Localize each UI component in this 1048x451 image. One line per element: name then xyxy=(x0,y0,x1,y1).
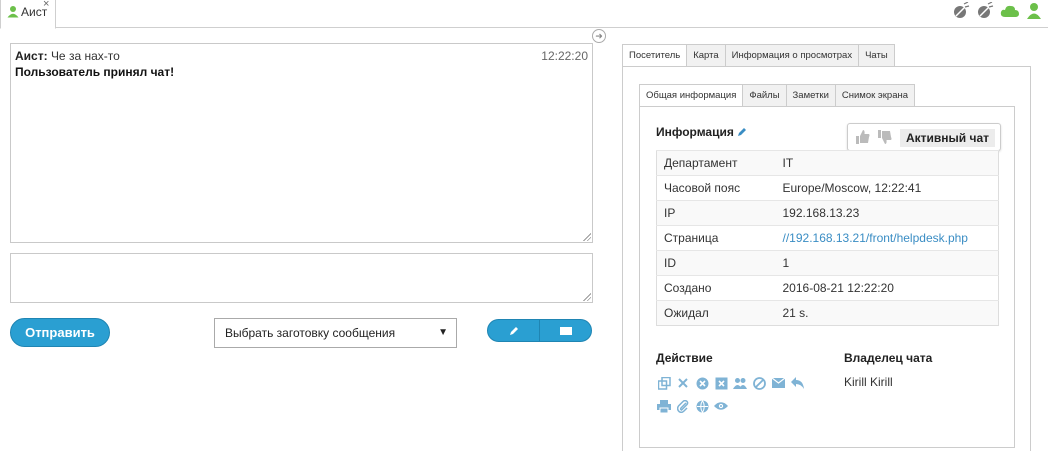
edit-button[interactable] xyxy=(488,320,539,341)
message-row: Аист: Че за нах-то xyxy=(15,48,588,64)
messages-area[interactable]: Аист: Че за нах-то 12:22:20 Пользователь… xyxy=(10,43,593,243)
info-value: //192.168.13.21/front/helpdesk.php xyxy=(782,225,999,251)
general-info-body: Информация Активный чат Департамент IT Ч… xyxy=(639,106,1015,448)
send-button[interactable]: Отправить xyxy=(10,318,110,347)
info-value: IT xyxy=(782,150,999,176)
chat-status-badge: Активный чат xyxy=(899,129,995,147)
visitor-panel: Посетитель Карта Информация о просмотрах… xyxy=(622,44,1032,451)
chat-tabs-bar: Аист × xyxy=(0,0,1048,29)
close-chat-icon[interactable] xyxy=(676,376,690,390)
info-key: Часовой пояс xyxy=(656,175,783,201)
resize-handle[interactable] xyxy=(583,233,591,241)
table-row: Создано 2016-08-21 12:22:20 xyxy=(656,275,999,301)
info-key: Департамент xyxy=(656,150,783,176)
chat-status-box: Активный чат xyxy=(847,123,1001,151)
table-row: IP 192.168.13.23 xyxy=(656,200,999,226)
tab-files[interactable]: Файлы xyxy=(742,84,787,107)
info-key: Ожидал xyxy=(656,300,783,326)
tab-visitor[interactable]: Посетитель xyxy=(622,44,688,67)
cloud-icon[interactable] xyxy=(1000,2,1020,20)
owner-name: Kirill Kirill xyxy=(844,375,893,389)
tab-views-info[interactable]: Информация о просмотрах xyxy=(724,44,860,67)
reply-icon[interactable] xyxy=(790,376,804,390)
info-value: 2016-08-21 12:22:20 xyxy=(782,275,999,301)
tab-general-info[interactable]: Общая информация xyxy=(639,84,744,107)
translate-icon[interactable] xyxy=(695,399,709,413)
close-icon[interactable]: × xyxy=(43,0,49,10)
visitor-sub-tabs: Общая информация Файлы Заметки Снимок эк… xyxy=(639,84,916,107)
dropdown-arrow-icon: ▼ xyxy=(438,327,448,338)
info-value: 192.168.13.23 xyxy=(782,200,999,226)
message-author: Аист: xyxy=(15,49,48,63)
thumbs-down-icon[interactable] xyxy=(878,130,892,147)
print-icon[interactable] xyxy=(657,399,671,413)
popout-icon[interactable] xyxy=(657,376,671,390)
chat-tab-aist[interactable]: Аист × xyxy=(0,0,56,29)
notification-off-icon[interactable] xyxy=(976,2,994,20)
actions-row xyxy=(657,376,804,390)
visitor-info-table: Департамент IT Часовой пояс Europe/Mosco… xyxy=(656,150,999,326)
pencil-icon xyxy=(509,326,518,335)
eye-icon[interactable] xyxy=(714,399,728,413)
tab-notes[interactable]: Заметки xyxy=(785,84,836,107)
info-value: 1 xyxy=(782,250,999,276)
canned-message-value: Выбрать заготовку сообщения xyxy=(225,326,396,340)
message-input[interactable] xyxy=(10,253,593,303)
compose-actions xyxy=(487,319,592,342)
visitor-panel-body: Общая информация Файлы Заметки Снимок эк… xyxy=(622,66,1031,451)
message-text: Че за нах-то xyxy=(50,49,120,63)
thumbs-up-icon[interactable] xyxy=(856,130,870,147)
actions-title: Действие xyxy=(656,351,713,365)
tab-chats[interactable]: Чаты xyxy=(858,44,895,67)
owner-title: Владелец чата xyxy=(844,351,933,365)
user-icon xyxy=(7,5,19,21)
system-message: Пользователь принял чат! xyxy=(15,65,175,79)
table-row: Страница //192.168.13.21/front/helpdesk.… xyxy=(656,225,999,251)
table-row: ID 1 xyxy=(656,250,999,276)
resize-handle[interactable] xyxy=(583,293,591,301)
sound-off-icon[interactable] xyxy=(952,2,970,20)
collapse-panel-icon[interactable]: ➜ xyxy=(592,29,606,43)
block-icon[interactable] xyxy=(752,376,766,390)
close-square-icon[interactable] xyxy=(714,376,728,390)
status-icons xyxy=(952,2,1042,20)
message-time: 12:22:20 xyxy=(541,49,588,63)
info-key: Страница xyxy=(656,225,783,251)
edit-info-icon[interactable] xyxy=(737,126,747,140)
info-key: IP xyxy=(656,200,783,226)
tab-screenshot[interactable]: Снимок экрана xyxy=(834,84,916,107)
mail-button[interactable] xyxy=(539,320,591,341)
mail-icon xyxy=(559,326,572,335)
users-icon[interactable] xyxy=(733,376,747,390)
close-circle-icon[interactable] xyxy=(695,376,709,390)
online-user-icon[interactable] xyxy=(1026,2,1042,20)
mail-icon[interactable] xyxy=(771,376,785,390)
info-value: 21 s. xyxy=(782,300,999,326)
table-row: Ожидал 21 s. xyxy=(656,300,999,326)
table-row: Департамент IT xyxy=(656,150,999,176)
tab-map[interactable]: Карта xyxy=(686,44,726,67)
canned-message-select[interactable]: Выбрать заготовку сообщения ▼ xyxy=(214,318,457,348)
page-link[interactable]: //192.168.13.21/front/helpdesk.php xyxy=(783,231,968,245)
info-key: ID xyxy=(656,250,783,276)
panel-tabs: Посетитель Карта Информация о просмотрах… xyxy=(622,44,1032,67)
info-value: Europe/Moscow, 12:22:41 xyxy=(782,175,999,201)
attachment-icon[interactable] xyxy=(676,399,690,413)
actions-row xyxy=(657,399,728,413)
table-row: Часовой пояс Europe/Moscow, 12:22:41 xyxy=(656,175,999,201)
info-title: Информация xyxy=(656,125,734,139)
info-key: Создано xyxy=(656,275,783,301)
